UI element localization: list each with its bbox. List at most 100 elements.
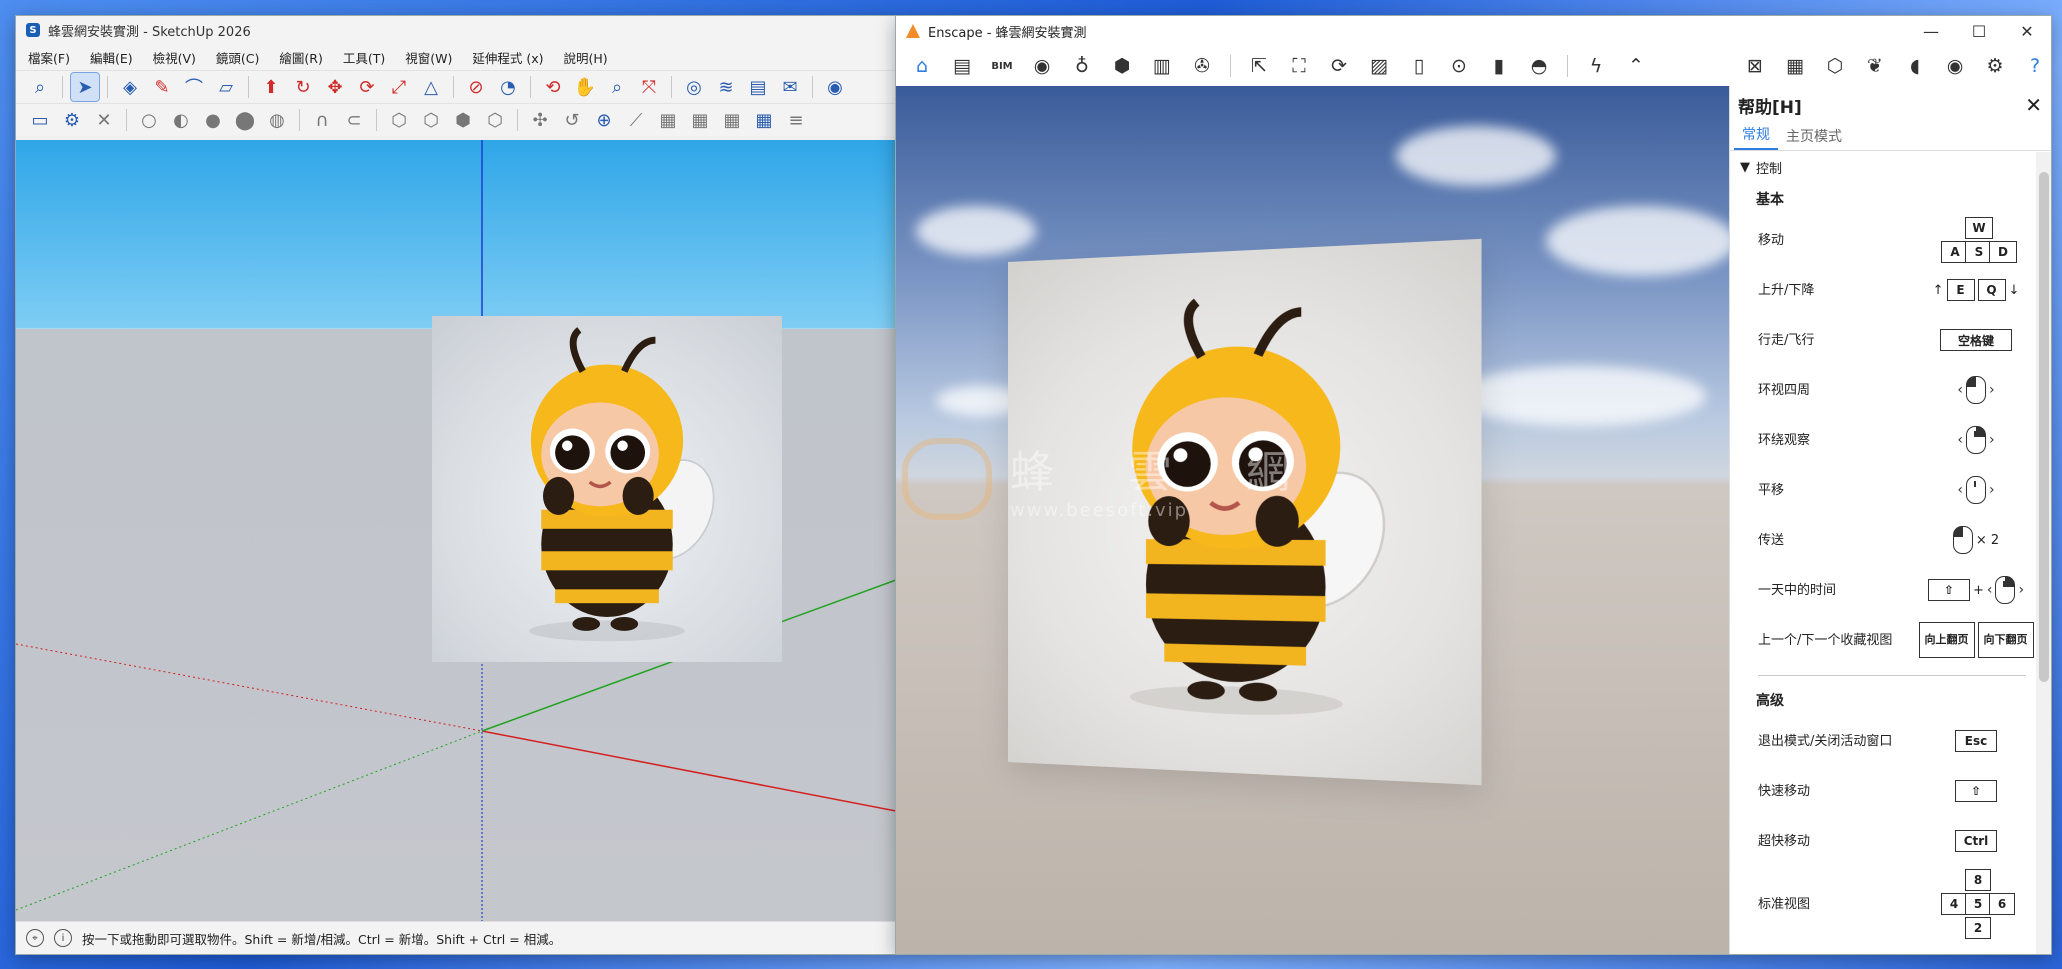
vr-headset-icon[interactable]: ◓: [1523, 50, 1555, 82]
warehouse-icon[interactable]: ◎: [680, 73, 708, 101]
bim-icon[interactable]: BIM: [986, 50, 1018, 82]
minimize-icon[interactable]: —: [1907, 16, 1955, 46]
document-icon[interactable]: ▤: [946, 50, 978, 82]
drop-half-icon[interactable]: ◐: [167, 106, 195, 134]
drop-stripe-icon[interactable]: ◍: [263, 106, 291, 134]
tape-measure-icon[interactable]: ⊘: [462, 73, 490, 101]
info-icon[interactable]: i: [54, 929, 72, 947]
close-icon[interactable]: ✕: [2003, 16, 2051, 46]
cube-4-icon[interactable]: ⬡: [481, 106, 509, 134]
light-bulb-icon[interactable]: ♁: [1066, 50, 1098, 82]
batch-render-icon[interactable]: ⟳: [1323, 50, 1355, 82]
tab-general[interactable]: 常规: [1734, 120, 1778, 150]
image-icon[interactable]: ▨: [1363, 50, 1395, 82]
paint-bucket-icon[interactable]: ◔: [494, 73, 522, 101]
search-icon[interactable]: ⌕: [26, 73, 54, 101]
close-icon[interactable]: ✕: [90, 106, 118, 134]
extension-icon[interactable]: ≋: [712, 73, 740, 101]
material-icon[interactable]: ▦: [1779, 50, 1811, 82]
menu-edit[interactable]: 編輯(E): [88, 46, 135, 69]
zoom-extents-icon[interactable]: ⤧: [635, 73, 663, 101]
chat-icon[interactable]: ✉: [776, 73, 804, 101]
controls-group-header[interactable]: ▼ 控制: [1730, 152, 2036, 181]
panorama-icon[interactable]: ⊙: [1443, 50, 1475, 82]
refresh-icon[interactable]: ↺: [558, 106, 586, 134]
menu-help[interactable]: 說明(H): [562, 46, 610, 69]
mesh-3-icon[interactable]: ▦: [718, 106, 746, 134]
location-pin-icon[interactable]: ⬢: [1106, 50, 1138, 82]
split-icon[interactable]: ✣: [526, 106, 554, 134]
eraser-icon[interactable]: ◈: [116, 73, 144, 101]
push-pull-icon[interactable]: ⬆: [257, 73, 285, 101]
close-icon[interactable]: ✕: [2025, 93, 2042, 117]
move-icon[interactable]: ✥: [321, 73, 349, 101]
layers-icon[interactable]: ≡: [782, 106, 810, 134]
cube-icon[interactable]: ⬡: [1819, 50, 1851, 82]
magnet-alt-icon[interactable]: ⊂: [340, 106, 368, 134]
add-circle-icon[interactable]: ⊕: [590, 106, 618, 134]
drop-fill-icon[interactable]: ●: [199, 106, 227, 134]
mesh-4-icon[interactable]: ▦: [750, 106, 778, 134]
rotate-icon[interactable]: ⟳: [353, 73, 381, 101]
export-icon[interactable]: ▯: [1403, 50, 1435, 82]
watermark-text: 蜂 雲 網: [1010, 447, 1320, 498]
gear-icon[interactable]: ⚙: [58, 106, 86, 134]
building-icon[interactable]: ▥: [1146, 50, 1178, 82]
sketchup-viewport[interactable]: [16, 140, 896, 922]
leaf-icon[interactable]: ❦: [1859, 50, 1891, 82]
mesh-2-icon[interactable]: ▦: [686, 106, 714, 134]
lightning-icon[interactable]: ϟ: [1580, 50, 1612, 82]
enscape-viewport[interactable]: 蜂 雲 網 www.beesoft.vip: [896, 86, 1729, 954]
menu-camera[interactable]: 鏡頭(C): [214, 46, 261, 69]
cube-1-icon[interactable]: ⬡: [385, 106, 413, 134]
settings-gear-icon[interactable]: ⚙: [1979, 50, 2011, 82]
exe-export-icon[interactable]: ▮: [1483, 50, 1515, 82]
drop-dark-icon[interactable]: ⬤: [231, 106, 259, 134]
pencil-icon[interactable]: ✎: [148, 73, 176, 101]
asset-library-icon[interactable]: ⊠: [1739, 50, 1771, 82]
key-6: 6: [1989, 893, 2015, 915]
rectangle-tool-icon[interactable]: ▱: [212, 73, 240, 101]
follow-me-icon[interactable]: ↻: [289, 73, 317, 101]
account-icon[interactable]: ◉: [821, 73, 849, 101]
drop-outline-icon[interactable]: ○: [135, 106, 163, 134]
tab-home-mode[interactable]: 主页模式: [1778, 122, 1850, 150]
menu-draw[interactable]: 繪圖(R): [277, 46, 324, 69]
orbit-icon[interactable]: ⟲: [539, 73, 567, 101]
help-row-favorite-views: 上一个/下一个收藏视图 向上翻页 向下翻页: [1730, 615, 2036, 665]
home-icon[interactable]: ⌂: [906, 50, 938, 82]
menu-file[interactable]: 檔案(F): [26, 46, 72, 69]
menu-tools[interactable]: 工具(T): [341, 46, 387, 69]
select-tool-icon[interactable]: ➤: [70, 72, 100, 102]
folder-icon[interactable]: ▭: [26, 106, 54, 134]
mesh-1-icon[interactable]: ▦: [654, 106, 682, 134]
help-title: 帮助[H]: [1738, 97, 1802, 118]
menu-extensions[interactable]: 延伸程式 (x): [470, 46, 545, 69]
arc-tool-icon[interactable]: ⌒: [180, 73, 208, 101]
layout-icon[interactable]: ▤: [744, 73, 772, 101]
help-scrollbar[interactable]: [2036, 152, 2051, 954]
scale-icon[interactable]: ⤢: [385, 73, 413, 101]
chevron-up-icon[interactable]: ⌃: [1620, 50, 1652, 82]
menu-window[interactable]: 視窗(W): [403, 46, 454, 69]
film-reel-icon[interactable]: ✇: [1186, 50, 1218, 82]
cursor-icon[interactable]: ⇱: [1243, 50, 1275, 82]
cube-3-icon[interactable]: ⬢: [449, 106, 477, 134]
menu-view[interactable]: 檢視(V): [151, 46, 198, 69]
location-icon[interactable]: ⌖: [26, 929, 44, 947]
magnet-icon[interactable]: ∩: [308, 106, 336, 134]
headset-icon[interactable]: ◖: [1899, 50, 1931, 82]
help-icon[interactable]: ?: [2019, 50, 2051, 82]
cube-2-icon[interactable]: ⬡: [417, 106, 445, 134]
screenshot-icon[interactable]: ⛶: [1283, 50, 1315, 82]
zoom-icon[interactable]: ⌕: [603, 73, 631, 101]
connect-icon[interactable]: ⟋: [622, 106, 650, 134]
bee-image-plane[interactable]: [432, 316, 782, 662]
pan-icon[interactable]: ✋: [571, 73, 599, 101]
scrollbar-thumb[interactable]: [2039, 172, 2049, 682]
offset-icon[interactable]: △: [417, 73, 445, 101]
visual-settings-icon[interactable]: ◉: [1939, 50, 1971, 82]
maximize-icon[interactable]: ☐: [1955, 16, 2003, 46]
eye-view-icon[interactable]: ◉: [1026, 50, 1058, 82]
watermark: 蜂 雲 網 www.beesoft.vip: [896, 436, 1729, 521]
